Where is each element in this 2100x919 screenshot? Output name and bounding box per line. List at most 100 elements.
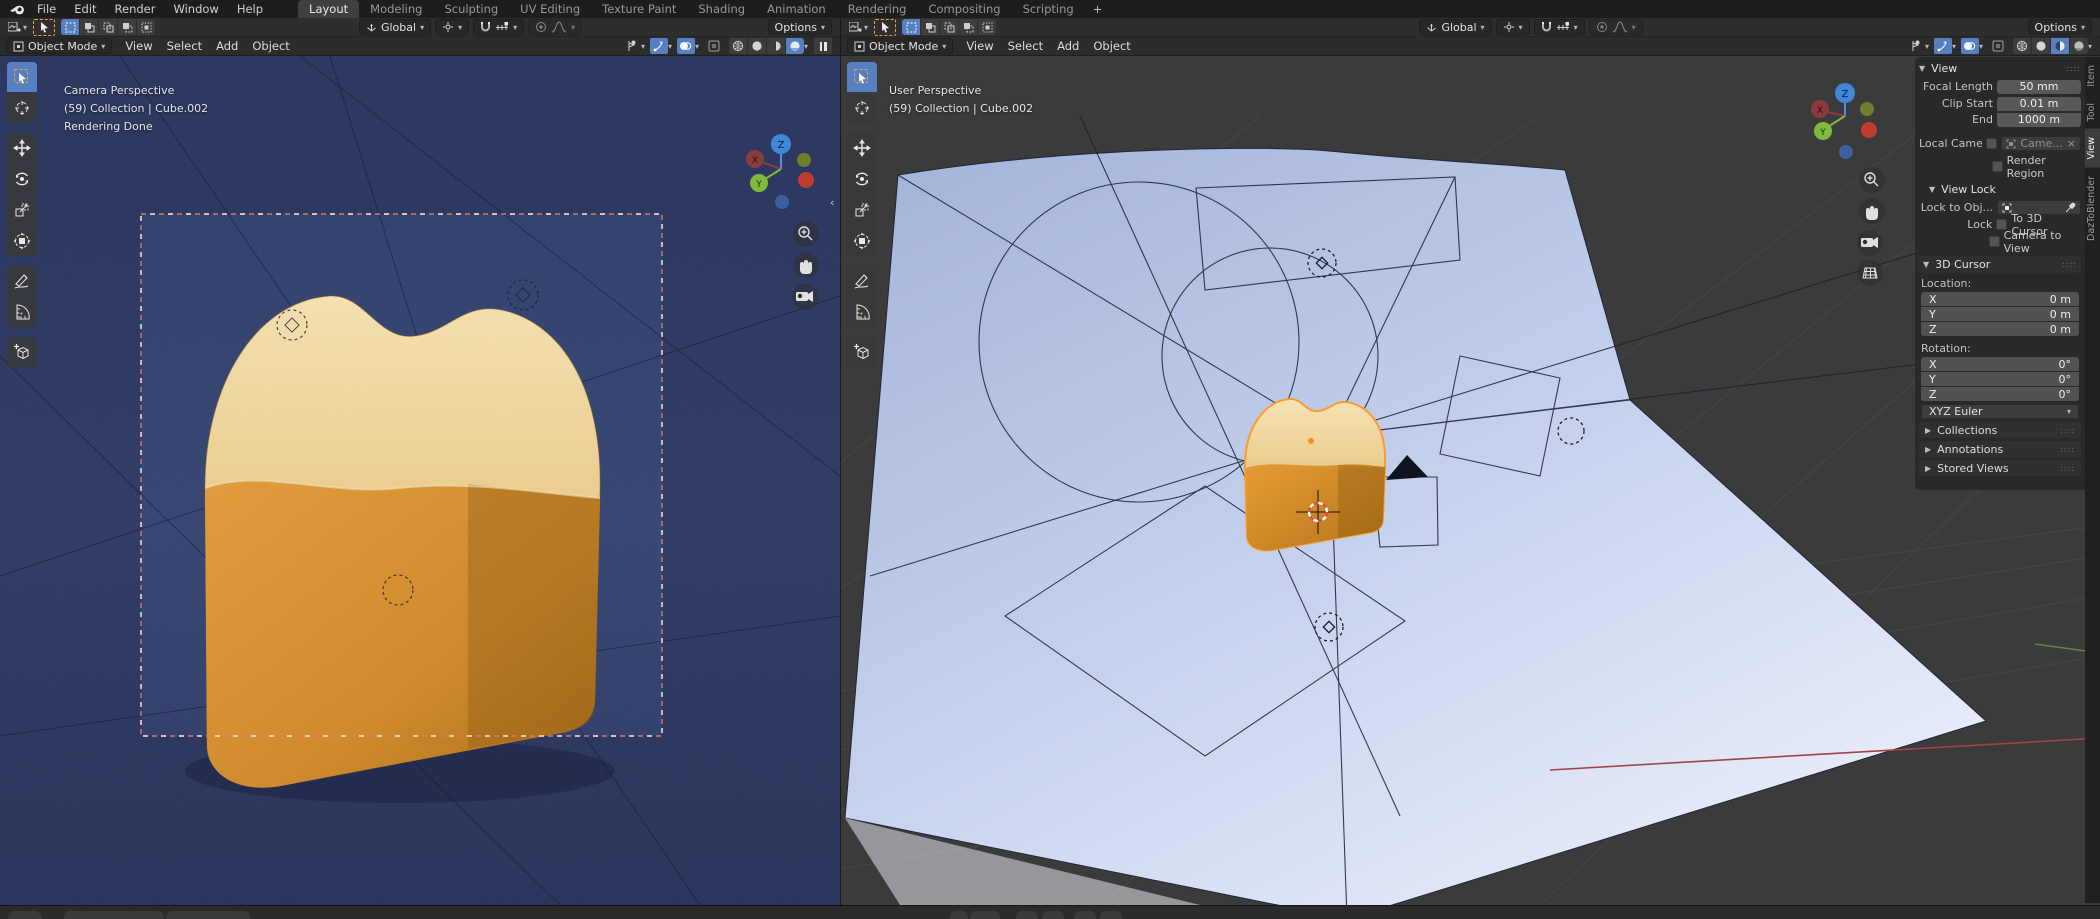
workspace-tab-uv-editing[interactable]: UV Editing bbox=[509, 0, 591, 18]
menu-file[interactable]: File bbox=[28, 0, 65, 18]
tool-scale[interactable] bbox=[7, 195, 37, 225]
statusbar-button[interactable] bbox=[1016, 911, 1038, 919]
shading-rendered-icon[interactable] bbox=[2070, 38, 2088, 54]
drag-dots-icon[interactable]: :::: bbox=[2060, 426, 2075, 435]
menu-add[interactable]: Add bbox=[1050, 39, 1086, 53]
select-mode-extend-icon[interactable] bbox=[80, 19, 98, 35]
active-tool-indicator[interactable] bbox=[33, 19, 55, 36]
workspace-tab-animation[interactable]: Animation bbox=[756, 0, 837, 18]
overlays-toggle-icon[interactable] bbox=[1961, 38, 1979, 54]
select-mode-subtract-icon[interactable] bbox=[99, 19, 117, 35]
workspace-tab-compositing[interactable]: Compositing bbox=[917, 0, 1011, 18]
shading-material-icon[interactable] bbox=[767, 38, 785, 54]
pause-render-button[interactable] bbox=[814, 38, 832, 54]
workspace-tab-rendering[interactable]: Rendering bbox=[837, 0, 918, 18]
shading-rendered-icon[interactable] bbox=[786, 38, 804, 54]
local-camera-field[interactable]: Came... × bbox=[2001, 136, 2081, 151]
pan-button[interactable] bbox=[793, 252, 819, 278]
pivot-point-dropdown[interactable]: ▾ bbox=[1496, 19, 1530, 35]
zoom-button[interactable] bbox=[793, 221, 819, 247]
select-mode-invert-icon[interactable] bbox=[118, 19, 136, 35]
select-mode-new-icon[interactable] bbox=[902, 19, 920, 35]
bread-loaf-object[interactable] bbox=[205, 296, 600, 788]
statusbar-button[interactable] bbox=[1042, 911, 1064, 919]
clip-start-field[interactable]: 0.01 m bbox=[1997, 97, 2081, 111]
camera-to-view-checkbox[interactable] bbox=[1989, 236, 2000, 247]
menu-select[interactable]: Select bbox=[160, 39, 209, 53]
mode-dropdown[interactable]: Object Mode▾ bbox=[6, 38, 112, 54]
tool-move[interactable] bbox=[7, 133, 37, 163]
drag-dots-icon[interactable]: :::: bbox=[2066, 64, 2081, 73]
statusbar-button[interactable] bbox=[1100, 911, 1122, 919]
tool-rotate[interactable] bbox=[847, 164, 877, 194]
options-dropdown[interactable]: Options▾ bbox=[768, 19, 832, 35]
snap-magnet-icon[interactable] bbox=[480, 21, 491, 33]
object-visibility-dropdown[interactable] bbox=[623, 38, 641, 54]
camera-view-button[interactable] bbox=[1857, 230, 1883, 256]
sidebar-tab-daztoblender[interactable]: DazToBlender bbox=[2085, 168, 2100, 249]
workspace-tab-shading[interactable]: Shading bbox=[687, 0, 756, 18]
sidebar-tab-tool[interactable]: Tool bbox=[2085, 95, 2100, 129]
cursor-rotation-z[interactable]: Z0° bbox=[1921, 387, 2079, 401]
tool-scale[interactable] bbox=[847, 195, 877, 225]
xray-toggle-icon[interactable] bbox=[705, 38, 723, 54]
render-region-checkbox[interactable] bbox=[1992, 161, 2003, 172]
proportional-edit-icon[interactable] bbox=[535, 21, 547, 33]
drag-dots-icon[interactable]: :::: bbox=[2062, 260, 2077, 269]
view-panel-header[interactable]: ▼ View :::: bbox=[1919, 60, 2081, 77]
menu-object[interactable]: Object bbox=[1086, 39, 1137, 53]
tool-measure[interactable] bbox=[7, 297, 37, 327]
select-mode-invert-icon[interactable] bbox=[959, 19, 977, 35]
select-mode-extend-icon[interactable] bbox=[921, 19, 939, 35]
options-dropdown[interactable]: Options▾ bbox=[2028, 19, 2092, 35]
menu-select[interactable]: Select bbox=[1001, 39, 1050, 53]
workspace-tab-scripting[interactable]: Scripting bbox=[1012, 0, 1085, 18]
tool-move[interactable] bbox=[847, 133, 877, 163]
snap-target-icon[interactable] bbox=[495, 22, 509, 33]
snap-magnet-icon[interactable] bbox=[1541, 21, 1552, 33]
transform-orientation-dropdown[interactable]: Global▾ bbox=[359, 19, 431, 35]
menu-render[interactable]: Render bbox=[106, 0, 165, 18]
pan-button[interactable] bbox=[1859, 198, 1885, 224]
tool-transform[interactable] bbox=[847, 226, 877, 256]
proportional-edit-icon[interactable] bbox=[1596, 21, 1608, 33]
cursor-rotation-y[interactable]: Y0° bbox=[1921, 372, 2079, 386]
editor-type-icon[interactable] bbox=[846, 19, 864, 35]
proportional-falloff-icon[interactable] bbox=[1612, 21, 1628, 33]
workspace-tab-modeling[interactable]: Modeling bbox=[359, 0, 433, 18]
workspace-tab-layout[interactable]: Layout bbox=[298, 0, 359, 18]
editor-type-chevron[interactable]: ▾ bbox=[23, 23, 27, 32]
shading-solid-icon[interactable] bbox=[2032, 38, 2050, 54]
stored-views-panel-header[interactable]: ▶ Stored Views :::: bbox=[1919, 460, 2081, 476]
select-mode-intersect-icon[interactable] bbox=[978, 19, 996, 35]
select-mode-new-icon[interactable] bbox=[61, 19, 79, 35]
right-3d-viewport[interactable]: Z X Y bbox=[840, 56, 2100, 905]
transform-orientation-dropdown[interactable]: Global▾ bbox=[1419, 19, 1491, 35]
left-3d-viewport[interactable]: Z X Y ‹ bbox=[0, 56, 840, 905]
overlays-toggle-icon[interactable] bbox=[677, 38, 695, 54]
menu-window[interactable]: Window bbox=[164, 0, 227, 18]
cursor-location-y[interactable]: Y0 m bbox=[1921, 307, 2079, 321]
active-tool-indicator[interactable] bbox=[874, 19, 896, 36]
menu-edit[interactable]: Edit bbox=[65, 0, 105, 18]
editor-type-icon[interactable] bbox=[5, 19, 23, 35]
local-camera-checkbox[interactable] bbox=[1986, 138, 1997, 149]
menu-help[interactable]: Help bbox=[228, 0, 272, 18]
tool-annotate[interactable] bbox=[847, 266, 877, 296]
bread-loaf-object-selected[interactable] bbox=[1245, 399, 1385, 550]
tool-select-box[interactable] bbox=[7, 62, 37, 92]
shading-wireframe-icon[interactable] bbox=[2013, 38, 2031, 54]
menu-object[interactable]: Object bbox=[245, 39, 296, 53]
cursor-rotation-x[interactable]: X0° bbox=[1921, 357, 2079, 371]
statusbar-button[interactable] bbox=[1074, 911, 1096, 919]
statusbar-button[interactable] bbox=[970, 911, 1000, 919]
rotation-order-dropdown[interactable]: XYZ Euler▾ bbox=[1921, 404, 2079, 419]
select-mode-intersect-icon[interactable] bbox=[137, 19, 155, 35]
add-workspace-button[interactable]: + bbox=[1085, 0, 1111, 18]
shading-solid-icon[interactable] bbox=[748, 38, 766, 54]
cursor-location-z[interactable]: Z0 m bbox=[1921, 322, 2079, 336]
tool-cursor[interactable] bbox=[7, 93, 37, 123]
cursor-location-x[interactable]: X0 m bbox=[1921, 292, 2079, 306]
focal-length-field[interactable]: 50 mm bbox=[1997, 80, 2081, 94]
menu-add[interactable]: Add bbox=[209, 39, 245, 53]
